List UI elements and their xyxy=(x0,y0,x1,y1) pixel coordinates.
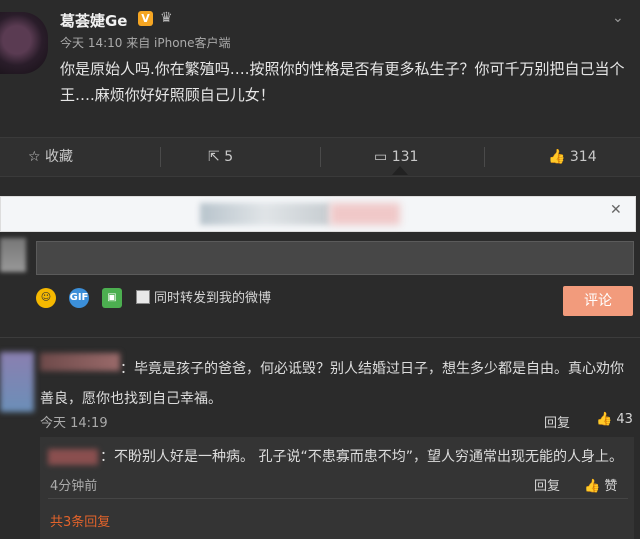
divider xyxy=(0,337,640,338)
divider xyxy=(48,498,628,499)
post-meta: 今天 14:10 来自 iPhone客户端 xyxy=(60,36,231,50)
favorite-button[interactable]: ☆ 收藏 xyxy=(28,138,73,176)
chevron-down-icon[interactable]: ⌄ xyxy=(612,10,624,26)
comment-input[interactable] xyxy=(36,241,634,275)
comment-like-count: 43 xyxy=(616,412,633,427)
commenter-avatar[interactable] xyxy=(0,352,34,412)
crown-icon: ♛ xyxy=(160,10,173,26)
author-name[interactable]: 葛荟婕Ge xyxy=(60,10,128,31)
reply-reply-button[interactable]: 回复 xyxy=(534,475,560,494)
comment-text: ：毕竟是孩子的爸爸，何必诋毁？别人结婚过日子，想生多少都是自由。真心劝你善良，愿… xyxy=(40,361,624,407)
thumbs-up-icon: 👍 xyxy=(596,412,613,427)
comment-panel-caret xyxy=(392,166,408,175)
like-button[interactable]: 👍 314 xyxy=(548,138,597,176)
forward-checkbox[interactable] xyxy=(136,290,150,304)
comment-icon: ▭ xyxy=(374,149,388,165)
gif-icon[interactable]: GIF xyxy=(69,288,89,308)
banner-blurred-content-2 xyxy=(330,203,400,225)
banner-blurred-content xyxy=(200,203,330,225)
emoji-icon[interactable]: ☺ xyxy=(36,288,56,308)
thumbs-up-icon: 👍 xyxy=(584,479,601,494)
close-icon[interactable]: ✕ xyxy=(610,202,622,218)
reply-time: 4分钟前 xyxy=(50,479,98,494)
forward-checkbox-label: 同时转发到我的微博 xyxy=(154,291,272,306)
comment-time: 今天 14:19 xyxy=(40,416,108,431)
post-text: 你是原始人吗.你在繁殖吗….按照你的性格是否有更多私生子？你可千万别把自己当个王… xyxy=(60,60,625,104)
like-count: 314 xyxy=(569,149,597,165)
reply-text: ：不盼别人好是一种病。 孔子说“不患寡而患不均”，望人穷通常出现无能的人身上。 xyxy=(100,449,623,465)
comment-count: 131 xyxy=(391,149,419,165)
forward-count: 5 xyxy=(224,149,234,165)
comment-reply-button[interactable]: 回复 xyxy=(544,412,570,431)
reply-author-blurred[interactable] xyxy=(48,449,98,465)
star-icon: ☆ xyxy=(28,149,41,165)
reply-like-button[interactable]: 👍 赞 xyxy=(584,475,617,494)
favorite-label: 收藏 xyxy=(45,149,74,165)
thumbs-up-icon: 👍 xyxy=(548,149,566,165)
verified-badge-icon: V xyxy=(138,11,153,26)
author-avatar[interactable] xyxy=(0,12,48,74)
comment-like-button[interactable]: 👍 43 xyxy=(596,412,633,427)
reply-like-label: 赞 xyxy=(604,479,618,494)
image-icon[interactable]: ▣ xyxy=(102,288,122,308)
user-avatar[interactable] xyxy=(0,238,26,272)
more-replies-link[interactable]: 共3条回复 xyxy=(50,511,110,530)
post-action-bar: ☆ 收藏 ⇱ 5 ▭ 131 👍 314 xyxy=(0,137,640,177)
submit-comment-button[interactable]: 评论 xyxy=(563,286,633,316)
forward-button[interactable]: ⇱ 5 xyxy=(208,138,233,176)
forward-icon: ⇱ xyxy=(208,149,220,165)
